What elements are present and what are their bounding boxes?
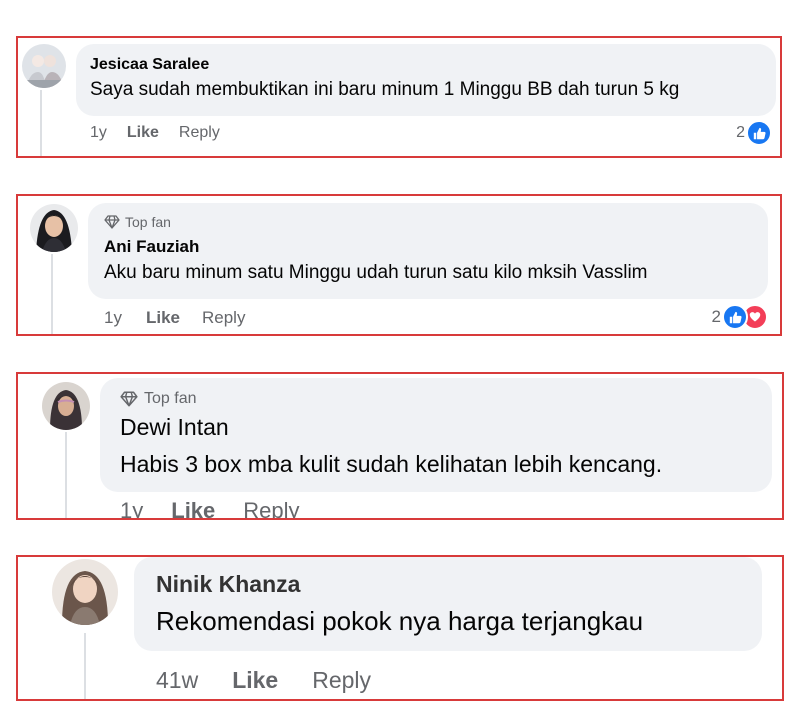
reply-button[interactable]: Reply <box>179 124 220 142</box>
comment-author[interactable]: Jesicaa Saralee <box>90 56 762 74</box>
comment-text: Aku baru minum satu Minggu udah turun sa… <box>104 262 648 283</box>
avatar[interactable] <box>42 382 90 430</box>
comment-actions: 1y Like Reply <box>120 498 300 518</box>
reply-button[interactable]: Reply <box>202 308 245 328</box>
comment-bubble: Top fan Ani Fauziah Aku baru minum satu … <box>88 203 768 299</box>
diamond-icon <box>120 391 138 407</box>
top-fan-label: Top fan <box>125 214 171 230</box>
reaction-count: 2 <box>711 307 721 326</box>
reaction-summary[interactable]: 2 <box>736 120 772 146</box>
avatar[interactable] <box>30 204 78 252</box>
comment-bubble: Jesicaa Saralee Saya sudah membuktikan i… <box>76 44 776 116</box>
comment-actions: 1y Like Reply <box>90 124 220 142</box>
reaction-summary[interactable]: 2 <box>712 304 768 330</box>
top-fan-label: Top fan <box>144 390 197 407</box>
diamond-icon <box>104 215 120 229</box>
comment-time[interactable]: 1y <box>90 124 107 142</box>
reply-button[interactable]: Reply <box>243 498 299 518</box>
comment-card: Ninik Khanza Rekomendasi pokok nya harga… <box>16 555 784 701</box>
comment-time[interactable]: 41w <box>156 667 198 694</box>
comment-text: Habis 3 box mba kulit sudah kelihatan le… <box>120 451 663 477</box>
comment-card: Top fan Dewi Intan Habis 3 box mba kulit… <box>16 372 784 520</box>
like-icon <box>746 120 772 146</box>
comment-bubble: Top fan Dewi Intan Habis 3 box mba kulit… <box>100 378 772 492</box>
top-fan-badge: Top fan <box>104 214 752 230</box>
comment-text: Rekomendasi pokok nya harga terjangkau <box>156 606 644 636</box>
avatar[interactable] <box>22 44 66 88</box>
like-button[interactable]: Like <box>146 308 180 328</box>
reaction-count: 2 <box>736 124 745 141</box>
thread-line <box>51 254 53 334</box>
comment-card: Jesicaa Saralee Saya sudah membuktikan i… <box>16 36 782 158</box>
avatar[interactable] <box>52 559 118 625</box>
like-button[interactable]: Like <box>232 667 278 694</box>
like-icon <box>722 304 748 330</box>
thread-line <box>84 633 86 699</box>
comment-bubble: Ninik Khanza Rekomendasi pokok nya harga… <box>134 557 762 651</box>
like-button[interactable]: Like <box>171 498 215 518</box>
comment-author[interactable]: Dewi Intan <box>120 414 752 441</box>
thread-line <box>40 90 42 156</box>
comment-author[interactable]: Ninik Khanza <box>156 571 740 598</box>
comment-actions: 41w Like Reply <box>156 667 371 694</box>
reply-button[interactable]: Reply <box>312 667 371 694</box>
comment-actions: 1y Like Reply <box>104 308 245 328</box>
top-fan-badge: Top fan <box>120 390 752 408</box>
thread-line <box>65 432 67 518</box>
comment-time[interactable]: 1y <box>104 308 122 328</box>
comment-card: Top fan Ani Fauziah Aku baru minum satu … <box>16 194 782 336</box>
comment-text: Saya sudah membuktikan ini baru minum 1 … <box>90 79 680 100</box>
comment-time[interactable]: 1y <box>120 498 143 518</box>
like-button[interactable]: Like <box>127 124 159 142</box>
comment-author[interactable]: Ani Fauziah <box>104 237 752 257</box>
